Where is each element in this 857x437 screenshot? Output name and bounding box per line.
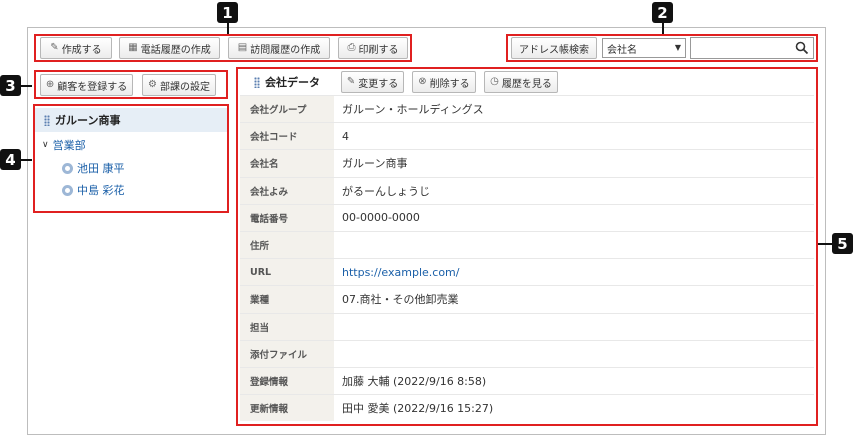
field-value: ガルーン商事 — [342, 157, 408, 171]
print-label: 印刷する — [358, 44, 399, 56]
delete-company-label: 削除する — [429, 78, 470, 90]
field-label: URL — [240, 259, 334, 286]
callout-2-line — [662, 23, 664, 34]
field-value — [334, 232, 814, 258]
field-label: 担当 — [240, 313, 334, 340]
document-icon: ▤ — [237, 42, 248, 53]
history-label: 履歴を見る — [501, 78, 552, 90]
callout-1-line — [227, 23, 229, 34]
field-value: 07.商社・その他卸売業 — [342, 293, 459, 307]
delete-company-button[interactable]: ⊗ 削除する — [412, 71, 476, 93]
tree-member-name: 中島 彩花 — [77, 184, 125, 197]
tree-company-name: ガルーン商事 — [55, 114, 121, 127]
field-row-phone: 電話番号 00-0000-0000 — [240, 203, 814, 231]
address-search-label: アドレス帳検索 — [519, 44, 589, 56]
search-input[interactable] — [690, 37, 814, 59]
clock-icon: ◷ — [490, 76, 499, 87]
field-value: 4 — [342, 129, 349, 143]
field-row-attachments: 添付ファイル — [240, 339, 814, 367]
field-row-updated: 更新情報 田中 愛美 (2022/9/16 15:27) — [240, 394, 814, 422]
search-icon[interactable] — [795, 41, 809, 55]
field-label: 登録情報 — [240, 367, 334, 395]
chevron-down-icon: ▼ — [674, 43, 681, 52]
field-value — [334, 341, 814, 367]
phone-history-label: 電話履歴の作成 — [140, 44, 211, 56]
callout-4-line — [21, 159, 32, 161]
edit-company-label: 変更する — [358, 78, 399, 90]
field-label: 会社コード — [240, 123, 334, 150]
field-row-company-group: 会社グループ ガルーン・ホールディングス — [240, 95, 814, 123]
tree-member[interactable]: 中島 彩花 — [62, 182, 125, 198]
history-button[interactable]: ◷ 履歴を見る — [484, 71, 558, 93]
company-icon — [44, 114, 50, 126]
tree-department[interactable]: ∨ 営業部 — [42, 137, 86, 153]
field-value: ガルーン・ホールディングス — [342, 103, 484, 117]
register-customer-label: 顧客を登録する — [57, 81, 128, 93]
field-row-address: 住所 — [240, 230, 814, 259]
company-panel-title-text: 会社データ — [265, 76, 320, 89]
field-value: がるーんしょうじ — [342, 184, 430, 198]
department-settings-label: 部課の設定 — [159, 81, 210, 93]
chevron-down-icon[interactable]: ∨ — [42, 140, 49, 150]
field-value: 加藤 大輔 (2022/9/16 8:58) — [342, 374, 487, 388]
tree-department-label: 営業部 — [52, 139, 86, 152]
callout-5-line — [817, 243, 832, 245]
callout-5: 5 — [832, 233, 853, 254]
field-row-company-reading: 会社よみ がるーんしょうじ — [240, 176, 814, 204]
callout-2: 2 — [652, 2, 673, 23]
field-label: 住所 — [240, 231, 334, 259]
search-field-value: 会社名 — [607, 44, 637, 56]
tree-company-row[interactable]: ガルーン商事 — [35, 108, 227, 132]
field-label: 業種 — [240, 286, 334, 313]
company-icon — [254, 76, 260, 88]
field-row-company-code: 会社コード 4 — [240, 122, 814, 150]
field-value — [334, 314, 814, 340]
company-panel-title: 会社データ — [254, 73, 320, 91]
tree-member-name: 池田 康平 — [77, 162, 125, 175]
url-link[interactable]: https://example.com/ — [334, 259, 814, 285]
callout-3: 3 — [0, 75, 21, 96]
edit-icon: ✎ — [50, 42, 59, 53]
gear-icon: ⚙ — [148, 79, 157, 90]
callout-3-line — [21, 85, 32, 87]
visit-history-label: 訪問履歴の作成 — [250, 44, 321, 56]
printer-icon: ⎙ — [347, 42, 356, 53]
tree-member[interactable]: 池田 康平 — [62, 160, 125, 176]
field-value: 00-0000-0000 — [342, 211, 420, 225]
field-label: 会社名 — [240, 150, 334, 177]
field-row-industry: 業種 07.商社・その他卸売業 — [240, 285, 814, 313]
close-circle-icon: ⊗ — [418, 76, 427, 87]
callout-1: 1 — [217, 2, 238, 23]
edit-icon: ✎ — [346, 76, 356, 87]
department-settings-button[interactable]: ⚙ 部課の設定 — [142, 74, 216, 96]
search-field-select[interactable]: 会社名 ▼ — [602, 38, 686, 58]
company-data-table: 会社グループ ガルーン・ホールディングス 会社コード 4 会社名 ガルーン商事 会社よ… — [240, 95, 814, 422]
register-customer-button[interactable]: ⊕ 顧客を登録する — [40, 74, 133, 96]
field-label: 更新情報 — [240, 395, 334, 422]
field-label: 会社よみ — [240, 177, 334, 204]
create-button[interactable]: ✎ 作成する — [40, 37, 112, 59]
create-label: 作成する — [61, 44, 102, 56]
plus-circle-icon: ⊕ — [45, 79, 55, 90]
callout-4: 4 — [0, 149, 21, 170]
field-label: 添付ファイル — [240, 340, 334, 367]
user-icon — [62, 184, 73, 196]
edit-company-button[interactable]: ✎ 変更する — [341, 71, 404, 93]
print-button[interactable]: ⎙ 印刷する — [338, 37, 408, 59]
user-icon — [62, 162, 73, 174]
field-label: 会社グループ — [240, 96, 334, 123]
field-label: 電話番号 — [240, 204, 334, 231]
field-row-company-name: 会社名 ガルーン商事 — [240, 149, 814, 177]
table-icon: ▦ — [128, 42, 138, 53]
field-row-registered: 登録情報 加藤 大輔 (2022/9/16 8:58) — [240, 366, 814, 395]
visit-history-button[interactable]: ▤ 訪問履歴の作成 — [228, 37, 330, 59]
field-row-url: URL https://example.com/ — [240, 258, 814, 286]
phone-history-button[interactable]: ▦ 電話履歴の作成 — [119, 37, 220, 59]
field-value: 田中 愛美 (2022/9/16 15:27) — [342, 402, 494, 416]
address-search-button[interactable]: アドレス帳検索 — [511, 37, 597, 59]
field-row-assignee: 担当 — [240, 312, 814, 340]
